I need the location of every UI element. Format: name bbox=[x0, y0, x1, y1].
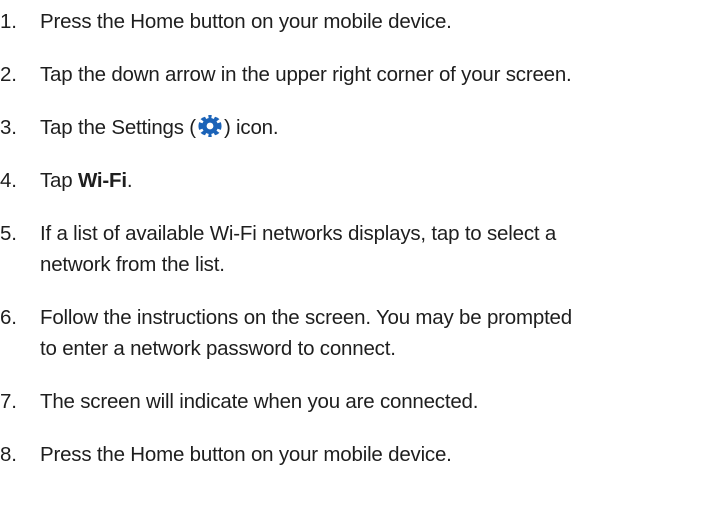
step-text: Press the Home button on your mobile dev… bbox=[40, 10, 452, 33]
instruction-document: 1. Press the Home button on your mobile … bbox=[0, 0, 717, 528]
step-2: 2. Tap the down arrow in the upper right… bbox=[0, 59, 717, 90]
step-text: Press the Home button on your mobile dev… bbox=[40, 443, 452, 466]
step-4: 4. Tap Wi-Fi. bbox=[0, 165, 717, 196]
wifi-steps-list: 1. Press the Home button on your mobile … bbox=[0, 6, 717, 470]
step-number: 8. bbox=[0, 443, 17, 466]
step-3: 3. Tap the Settings ( ) icon. bbox=[0, 112, 717, 143]
step-text: The screen will indicate when you are co… bbox=[40, 390, 479, 413]
step-text-after: . bbox=[126, 169, 133, 192]
step-text-before: Tap the Settings ( bbox=[40, 116, 196, 139]
step-text-line-1: Follow the instructions on the screen. Y… bbox=[40, 306, 572, 329]
step-number: 3. bbox=[0, 116, 17, 139]
step-6: 6. Follow the instructions on the screen… bbox=[0, 302, 717, 364]
step-5: 5. If a list of available Wi-Fi networks… bbox=[0, 218, 717, 280]
step-number: 5. bbox=[0, 222, 17, 245]
step-text: Tap the down arrow in the upper right co… bbox=[40, 63, 572, 86]
step-text-line-2: to enter a network password to connect. bbox=[40, 337, 396, 360]
step-text-before: Tap bbox=[40, 169, 78, 192]
step-text-after: ) icon. bbox=[223, 116, 279, 139]
step-1: 1. Press the Home button on your mobile … bbox=[0, 6, 717, 37]
step-text-line-2: network from the list. bbox=[40, 253, 225, 276]
step-number: 4. bbox=[0, 169, 17, 192]
wifi-label: Wi-Fi bbox=[77, 169, 127, 192]
step-8: 8. Press the Home button on your mobile … bbox=[0, 439, 717, 470]
gear-icon bbox=[198, 114, 222, 138]
step-number: 2. bbox=[0, 63, 17, 86]
step-text-line-1: If a list of available Wi-Fi networks di… bbox=[40, 222, 557, 245]
step-text: Tap Wi-Fi. bbox=[40, 165, 717, 196]
step-text: Tap the Settings ( ) icon. bbox=[40, 112, 717, 143]
step-number: 6. bbox=[0, 306, 17, 329]
step-number: 7. bbox=[0, 390, 17, 413]
step-number: 1. bbox=[0, 10, 17, 33]
step-7: 7. The screen will indicate when you are… bbox=[0, 386, 717, 417]
